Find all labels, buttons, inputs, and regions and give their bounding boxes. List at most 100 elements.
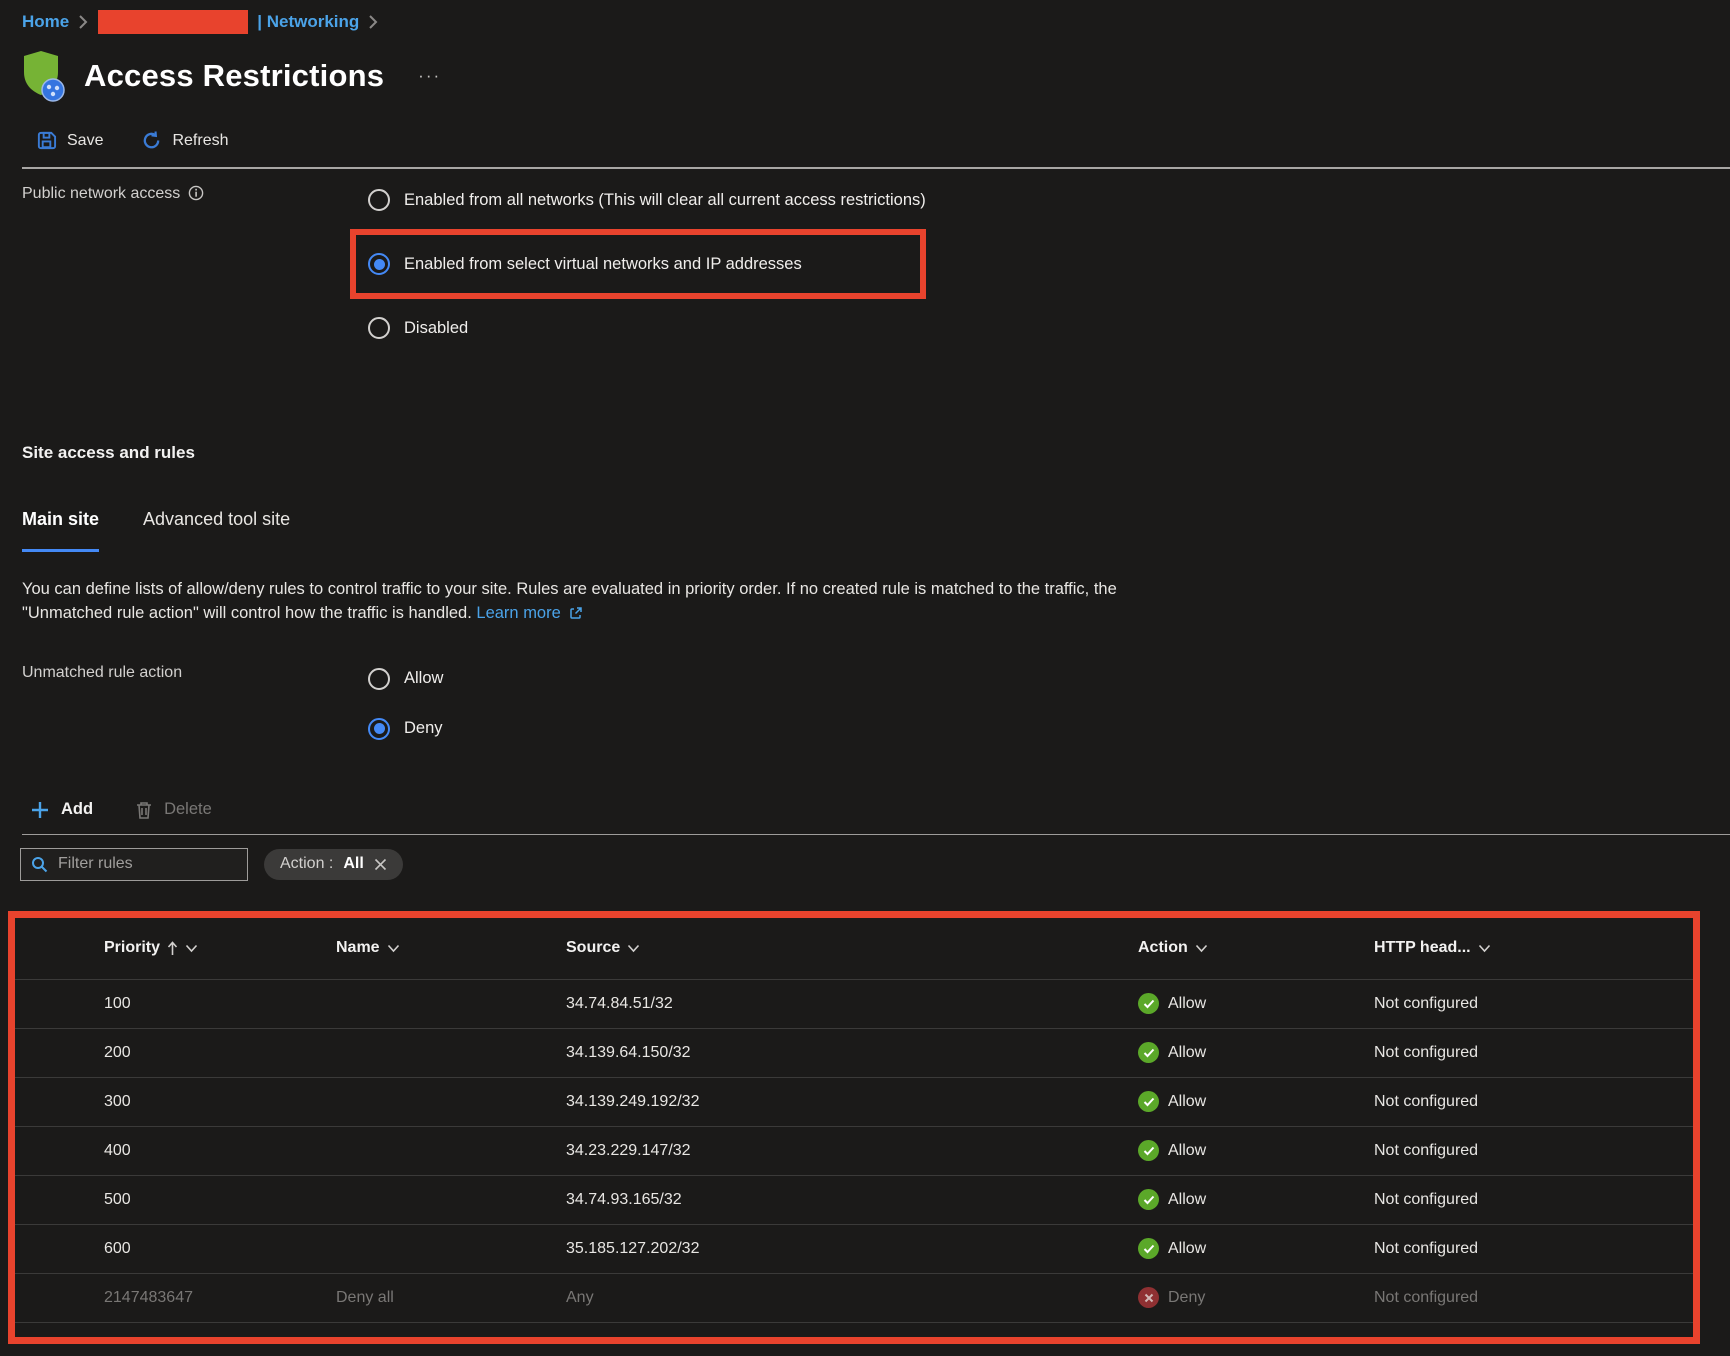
redacted-resource-name [98,10,248,34]
allow-check-icon [1138,993,1159,1014]
cell-source: Any [566,1289,1138,1307]
cell-priority: 300 [104,1093,336,1111]
cell-source: 34.139.64.150/32 [566,1044,1138,1062]
cell-priority: 2147483647 [104,1289,336,1307]
allow-check-icon [1138,1140,1159,1161]
breadcrumb-networking-link[interactable]: | Networking [257,12,359,32]
trash-icon [135,800,153,820]
radio-enabled-select-networks[interactable]: Enabled from select virtual networks and… [368,249,856,279]
cell-http-header: Not configured [1374,1044,1693,1062]
column-header-name[interactable]: Name [336,939,566,957]
radio-unmatched-deny[interactable]: Deny [368,710,443,748]
allow-check-icon [1138,1238,1159,1259]
radio-disabled[interactable]: Disabled [368,309,926,347]
cell-action: Allow [1138,993,1374,1014]
filter-divider [22,834,1730,835]
filter-rules-input-box[interactable] [20,848,248,881]
radio-enabled-all-networks[interactable]: Enabled from all networks (This will cle… [368,181,926,219]
cell-action: Allow [1138,1042,1374,1063]
site-access-heading: Site access and rules [22,443,1730,463]
public-network-access-section: Public network access Enabled from all n… [0,169,1730,347]
more-options-button[interactable]: ··· [418,66,441,86]
site-tabs: Main site Advanced tool site [22,509,1730,552]
plus-icon [30,800,50,820]
tab-main-site[interactable]: Main site [22,509,99,552]
table-row[interactable]: 500 34.74.93.165/32 Allow Not configured [15,1175,1693,1224]
sort-ascending-icon [167,941,178,956]
refresh-button[interactable]: Refresh [141,130,228,151]
cell-http-header: Not configured [1374,1240,1693,1258]
filter-rules-input[interactable] [58,855,265,873]
breadcrumb: Home | Networking [0,0,1730,34]
refresh-icon [141,130,162,151]
cell-action: Allow [1138,1189,1374,1210]
cell-http-header: Not configured [1374,1142,1693,1160]
radio-unmatched-allow[interactable]: Allow [368,660,443,698]
chevron-right-icon [78,14,89,30]
table-row[interactable]: 300 34.139.249.192/32 Allow Not configur… [15,1077,1693,1126]
deny-x-icon [1138,1287,1159,1308]
table-row-deny-all[interactable]: 2147483647 Deny all Any Deny Not configu… [15,1273,1693,1322]
public-network-access-label: Public network access [22,181,368,347]
radio-icon [368,189,390,211]
close-icon[interactable] [374,858,387,871]
external-link-icon [569,606,583,620]
cell-http-header: Not configured [1374,1289,1693,1307]
search-icon [31,856,48,873]
cell-http-header: Not configured [1374,1093,1693,1111]
radio-icon [368,668,390,690]
radio-icon [368,317,390,339]
chevron-down-icon [1478,944,1491,953]
table-footer-spacer [15,1322,1693,1337]
page-header: Access Restrictions ··· [0,34,1730,104]
action-filter-pill[interactable]: Action : All [264,849,403,880]
info-icon[interactable] [188,185,204,201]
cell-action: Deny [1138,1287,1374,1308]
cell-action: Allow [1138,1140,1374,1161]
filter-bar: Action : All [20,848,1730,881]
highlight-box: Enabled from select virtual networks and… [350,229,926,299]
cell-source: 34.74.84.51/32 [566,995,1138,1013]
column-header-source[interactable]: Source [566,939,1138,957]
column-header-action[interactable]: Action [1138,939,1374,957]
table-row[interactable]: 100 34.74.84.51/32 Allow Not configured [15,979,1693,1028]
chevron-down-icon [387,944,400,953]
cell-source: 34.139.249.192/32 [566,1093,1138,1111]
cell-priority: 600 [104,1240,336,1258]
chevron-down-icon [185,944,198,953]
column-header-http-header[interactable]: HTTP head... [1374,939,1693,957]
cell-source: 35.185.127.202/32 [566,1240,1138,1258]
save-icon [36,130,57,151]
allow-check-icon [1138,1042,1159,1063]
table-row[interactable]: 600 35.185.127.202/32 Allow Not configur… [15,1224,1693,1273]
access-restrictions-shield-icon [20,48,68,104]
radio-checked-icon [368,718,390,740]
cell-http-header: Not configured [1374,995,1693,1013]
cell-name: Deny all [336,1289,566,1307]
breadcrumb-home-link[interactable]: Home [22,12,69,32]
cell-priority: 100 [104,995,336,1013]
cell-source: 34.74.93.165/32 [566,1191,1138,1209]
allow-check-icon [1138,1091,1159,1112]
table-row[interactable]: 400 34.23.229.147/32 Allow Not configure… [15,1126,1693,1175]
table-row[interactable]: 200 34.139.64.150/32 Allow Not configure… [15,1028,1693,1077]
save-button[interactable]: Save [36,130,103,151]
cell-source: 34.23.229.147/32 [566,1142,1138,1160]
add-rule-button[interactable]: Add [30,800,93,820]
delete-rule-button[interactable]: Delete [135,800,212,820]
learn-more-link[interactable]: Learn more [476,604,560,622]
rules-table: Priority Name Source Action HTTP head...… [8,911,1700,1344]
cell-action: Allow [1138,1238,1374,1259]
chevron-down-icon [627,944,640,953]
command-toolbar: Save Refresh [0,104,1730,151]
cell-priority: 500 [104,1191,336,1209]
radio-checked-icon [368,253,390,275]
unmatched-rule-label: Unmatched rule action [22,660,368,748]
cell-priority: 200 [104,1044,336,1062]
chevron-down-icon [1195,944,1208,953]
allow-check-icon [1138,1189,1159,1210]
cell-priority: 400 [104,1142,336,1160]
column-header-priority[interactable]: Priority [104,939,336,957]
tab-advanced-tool-site[interactable]: Advanced tool site [143,509,290,552]
cell-action: Allow [1138,1091,1374,1112]
